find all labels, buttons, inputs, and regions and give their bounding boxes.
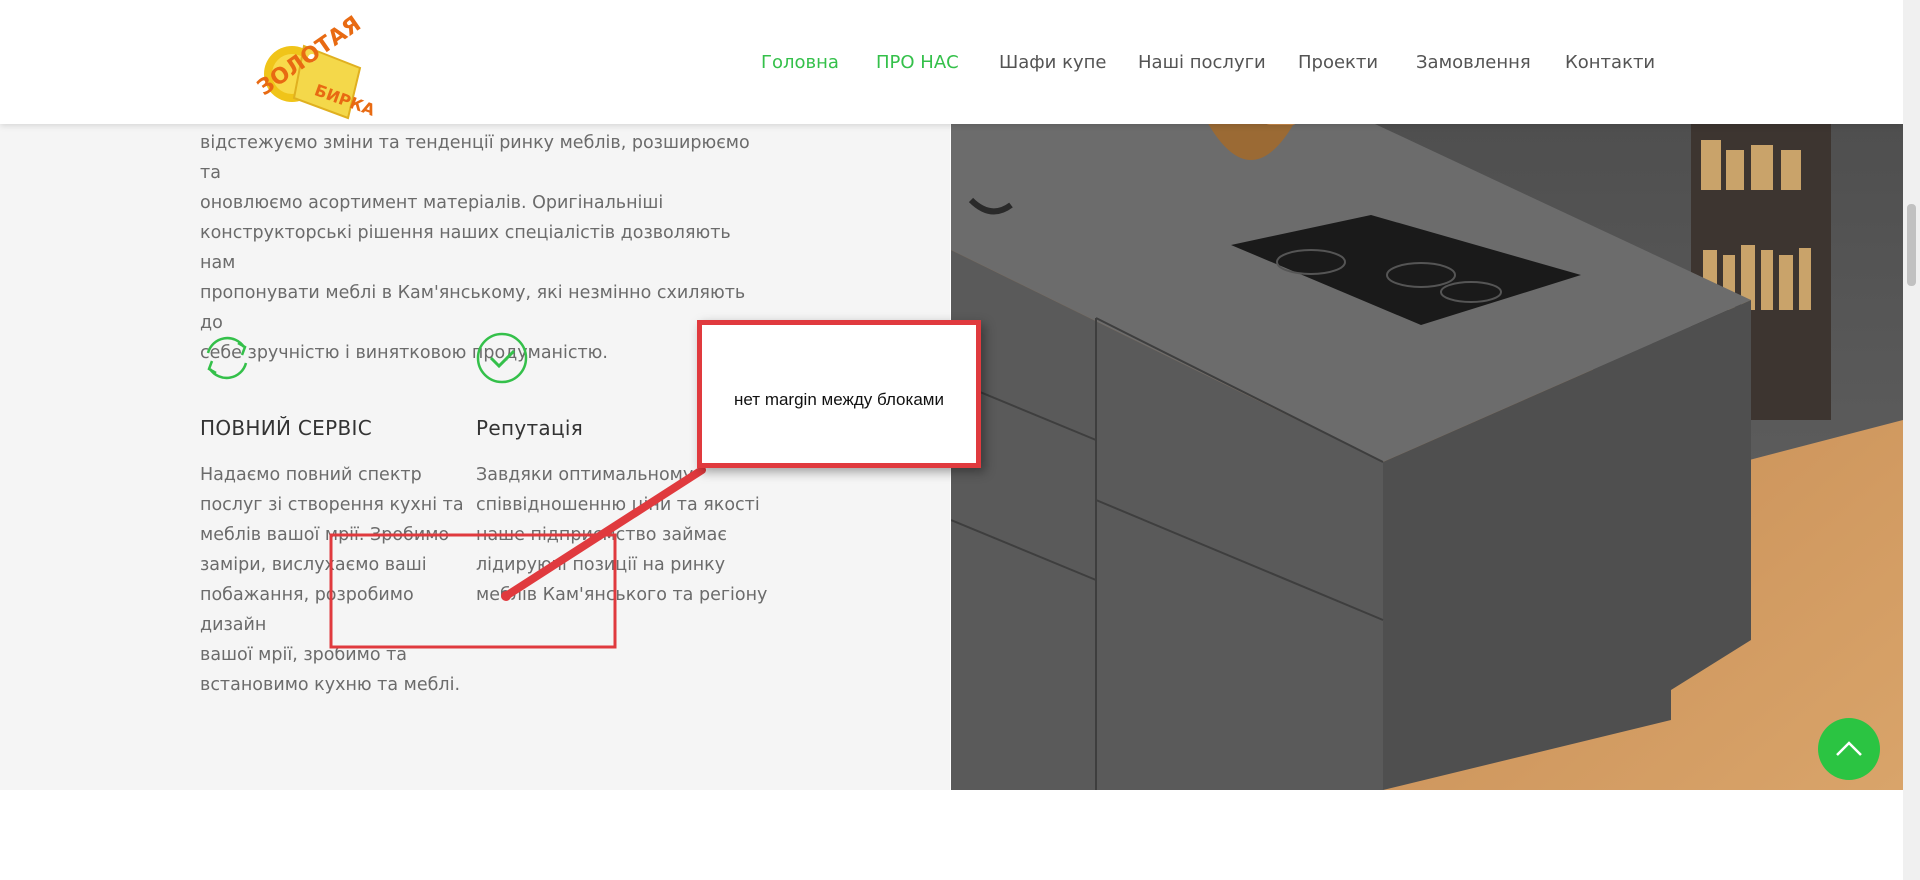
- nav-item-projects[interactable]: Проекти: [1298, 52, 1378, 73]
- site-header: ЗОЛОТАЯ БИРКА Головна ПРО НАС Шафи купе …: [0, 0, 1903, 124]
- feature-text: Надаємо повний спектр послуг зі створенн…: [200, 460, 480, 700]
- intro-line: конструкторські рішення наших спеціаліст…: [200, 223, 731, 273]
- page-scrollbar[interactable]: [1903, 0, 1920, 880]
- annotation-callout: нет margin между блоками: [697, 320, 981, 468]
- annotation-text: нет margin между блоками: [734, 390, 944, 409]
- feature-line: наше підприємство займає: [476, 525, 727, 545]
- feature-line: меблів вашої мрії. Зробимо: [200, 525, 450, 545]
- feature-line: побажання, розробимо дизайн: [200, 585, 414, 635]
- feature-title: Репутація: [476, 416, 584, 440]
- feature-line: вашої мрії, зробимо та: [200, 645, 408, 665]
- scroll-to-top-button[interactable]: [1818, 718, 1880, 780]
- feature-text: Завдяки оптимальному співвідношенню ціни…: [476, 460, 776, 610]
- brand-logo[interactable]: ЗОЛОТАЯ БИРКА: [242, 6, 382, 124]
- check-circle-icon: [474, 329, 532, 387]
- intro-line: оновлюємо асортимент матеріалів. Оригіна…: [200, 193, 664, 213]
- nav-item-about[interactable]: ПРО НАС: [876, 52, 959, 73]
- feature-title: ПОВНИЙ СЕРВІС: [200, 416, 372, 440]
- scrollbar-thumb[interactable]: [1907, 204, 1916, 286]
- nav-item-contacts[interactable]: Контакти: [1565, 52, 1655, 73]
- nav-item-services[interactable]: Наші послуги: [1138, 52, 1266, 73]
- feature-line: Надаємо повний спектр: [200, 465, 422, 485]
- nav-item-wardrobes[interactable]: Шафи купе: [999, 52, 1106, 73]
- feature-line: співвідношенню ціни та якості: [476, 495, 760, 515]
- chevron-up-icon: [1836, 741, 1862, 756]
- feature-line: встановимо кухню та меблі.: [200, 675, 461, 695]
- feature-line: заміри, вислухаємо ваші: [200, 555, 427, 575]
- nav-item-orders[interactable]: Замовлення: [1416, 52, 1531, 73]
- feature-line: меблів Кам'янського та регіону: [476, 585, 768, 605]
- feature-line: послуг зі створення кухні та: [200, 495, 464, 515]
- nav-item-home[interactable]: Головна: [761, 52, 839, 73]
- refresh-icon: [198, 329, 256, 387]
- feature-line: лідируючі позиції на ринку: [476, 555, 726, 575]
- intro-line: відстежуємо зміни та тенденції ринку меб…: [200, 133, 750, 183]
